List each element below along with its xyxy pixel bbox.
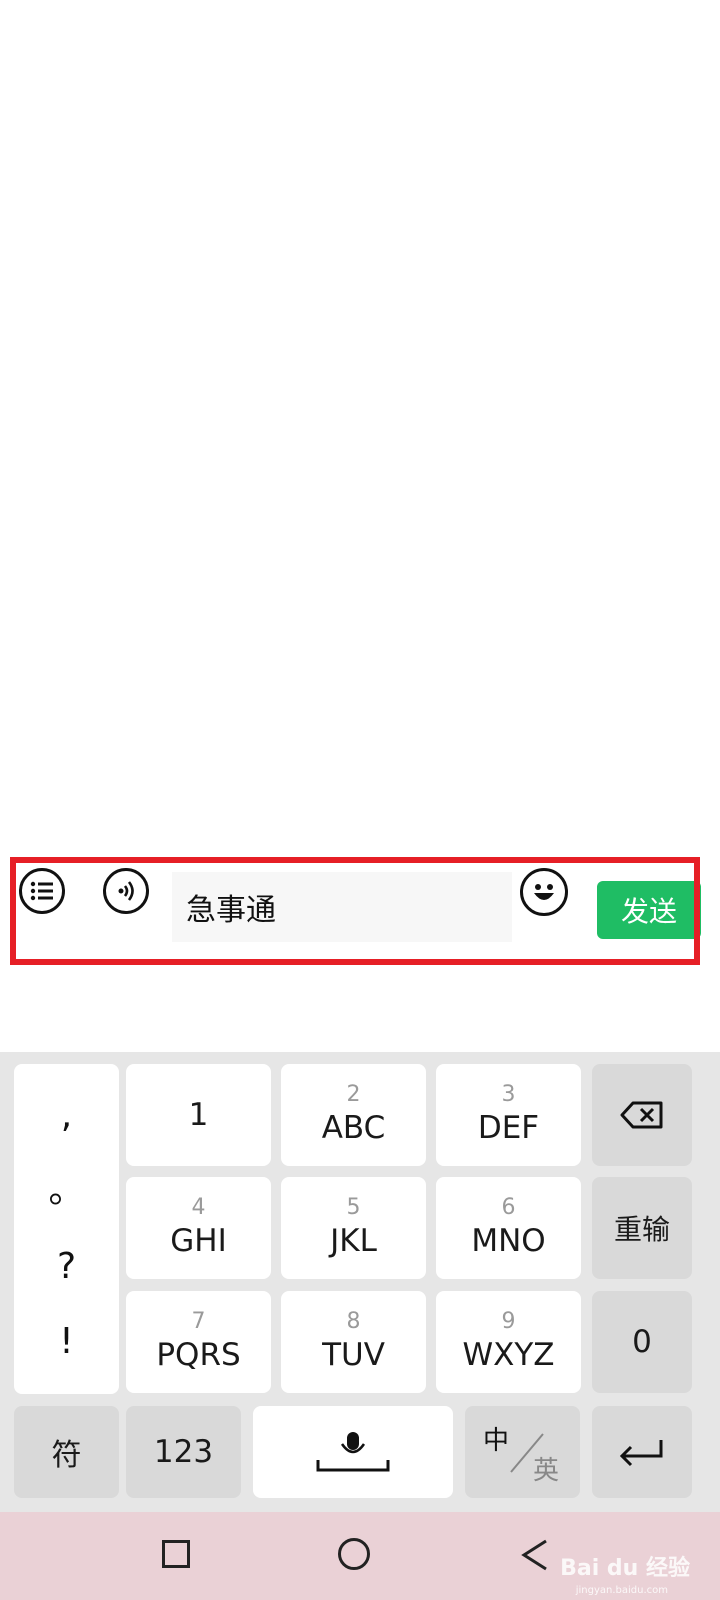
key-3-def[interactable]: 3 DEF xyxy=(436,1064,581,1166)
punctuation-column: , 。 ? ! xyxy=(14,1064,119,1394)
backspace-icon xyxy=(620,1101,663,1129)
home-icon[interactable] xyxy=(338,1538,370,1570)
highlight-box xyxy=(10,857,700,965)
back-icon[interactable] xyxy=(520,1538,550,1572)
symbols-key[interactable]: 符 xyxy=(14,1406,119,1498)
lang-en-label: 英 xyxy=(533,1456,560,1486)
space-key[interactable] xyxy=(253,1406,453,1498)
reenter-key[interactable]: 重输 xyxy=(592,1177,692,1279)
language-switch-key[interactable]: 中 英 xyxy=(465,1406,580,1498)
question-key[interactable]: ? xyxy=(57,1246,76,1287)
key-1[interactable]: 1 xyxy=(126,1064,271,1166)
backspace-key[interactable] xyxy=(592,1064,692,1166)
enter-key[interactable] xyxy=(592,1406,692,1498)
key-9-wxyz[interactable]: 9 WXYZ xyxy=(436,1291,581,1393)
key-5-jkl[interactable]: 5 JKL xyxy=(281,1177,426,1279)
key-0[interactable]: 0 xyxy=(592,1291,692,1393)
enter-icon xyxy=(619,1440,663,1467)
slash-divider xyxy=(510,1433,544,1473)
watermark-url: jingyan.baidu.com xyxy=(575,1585,668,1596)
microphone-space-icon xyxy=(316,1432,390,1472)
key-8-tuv[interactable]: 8 TUV xyxy=(281,1291,426,1393)
key-2-abc[interactable]: 2 ABC xyxy=(281,1064,426,1166)
comma-key[interactable]: , xyxy=(61,1095,72,1136)
numeric-key[interactable]: 123 xyxy=(126,1406,241,1498)
key-7-pqrs[interactable]: 7 PQRS xyxy=(126,1291,271,1393)
period-key[interactable]: 。 xyxy=(48,1171,84,1211)
recent-apps-icon[interactable] xyxy=(162,1540,190,1568)
key-6-mno[interactable]: 6 MNO xyxy=(436,1177,581,1279)
exclamation-key[interactable]: ! xyxy=(59,1322,73,1362)
key-4-ghi[interactable]: 4 GHI xyxy=(126,1177,271,1279)
watermark: Bai du 经验 xyxy=(560,1556,690,1581)
